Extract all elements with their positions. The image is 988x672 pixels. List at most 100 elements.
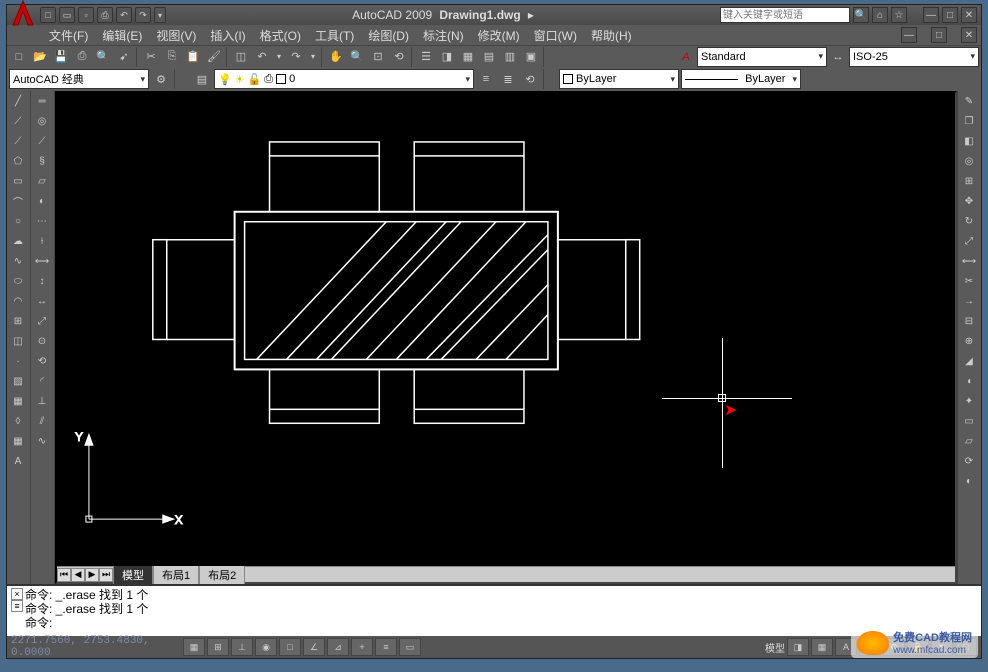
dim5-icon[interactable]: ⊙ [31, 331, 53, 351]
save2-icon[interactable]: 💾 [51, 47, 71, 67]
doc-minimize-button[interactable]: — [901, 27, 917, 43]
zoom-rt-icon[interactable]: 🔍 [347, 47, 367, 67]
menu-edit[interactable]: 编辑(E) [102, 27, 142, 44]
new-icon[interactable]: □ [40, 7, 56, 23]
extend-icon[interactable]: → [958, 291, 980, 311]
textstyle-icon[interactable]: A [676, 47, 696, 67]
tab-first-icon[interactable]: ⏮ [57, 568, 71, 582]
wipeout-icon[interactable]: ◐ [31, 191, 53, 211]
mirror-icon[interactable]: ◧ [958, 131, 980, 151]
dim1-icon[interactable]: ⟷ [31, 251, 53, 271]
makeblock-icon[interactable]: ◫ [7, 331, 29, 351]
properties-icon[interactable]: ☰ [416, 47, 436, 67]
ortho-icon[interactable]: ⊥ [231, 638, 253, 656]
menu-insert[interactable]: 插入(I) [210, 27, 245, 44]
tab-prev-icon[interactable]: ◀ [71, 568, 85, 582]
mline-icon[interactable]: ═ [31, 91, 53, 111]
menu-file[interactable]: 文件(F) [49, 27, 88, 44]
divide-icon[interactable]: ⋯ [31, 211, 53, 231]
markup-icon[interactable]: ▥ [500, 47, 520, 67]
paste-icon[interactable]: 📋 [183, 47, 203, 67]
command-window[interactable]: × ≡ 命令: _.erase 找到 1 个 命令: _.erase 找到 1 … [7, 584, 981, 636]
textstyle-combo[interactable]: Standard▾ [697, 47, 827, 67]
cmd-close-icon[interactable]: × [11, 588, 23, 600]
cmd-handle-icon[interactable]: ≡ [11, 600, 23, 612]
dim4-icon[interactable]: ⤢ [31, 311, 53, 331]
polygon-icon[interactable]: ⬠ [7, 151, 29, 171]
snap-icon[interactable]: ▦ [183, 638, 205, 656]
layer-props-icon[interactable]: ▤ [192, 69, 212, 89]
doc-close-button[interactable]: ✕ [961, 27, 977, 43]
layer-combo[interactable]: 💡 ☀ 🔓 ⎙ 0 ▾ [214, 69, 474, 89]
insert-icon[interactable]: ⊞ [7, 311, 29, 331]
qvdwg-icon[interactable]: ▦ [811, 638, 833, 656]
drawing-canvas[interactable]: Y X ➤ [57, 93, 955, 566]
array-icon[interactable]: ⊞ [958, 171, 980, 191]
open2-icon[interactable]: 📂 [30, 47, 50, 67]
menu-draw[interactable]: 绘图(D) [368, 27, 409, 44]
ws-settings-icon[interactable]: ⚙ [151, 69, 171, 89]
zoom-prev-icon[interactable]: ⟲ [389, 47, 409, 67]
dim7-icon[interactable]: ◜ [31, 371, 53, 391]
dimstyle-icon[interactable]: ↔ [828, 47, 848, 67]
measure-icon[interactable]: ⟊ [31, 231, 53, 251]
spline-icon[interactable]: ∿ [7, 251, 29, 271]
menu-help[interactable]: 帮助(H) [591, 27, 632, 44]
rectangle-icon[interactable]: ▭ [7, 171, 29, 191]
layer-states-icon[interactable]: ≡ [476, 69, 496, 89]
block-icon[interactable]: ◫ [231, 47, 251, 67]
layer-prev-icon[interactable]: ⟲ [520, 69, 540, 89]
grid-icon[interactable]: ⊞ [207, 638, 229, 656]
hatch-icon[interactable]: ▨ [7, 371, 29, 391]
app-logo[interactable] [11, 1, 35, 29]
close-button[interactable]: ✕ [961, 7, 977, 23]
match-icon[interactable]: 🖌 [204, 47, 224, 67]
pline-icon[interactable]: ⟋ [7, 131, 29, 151]
tab-next-icon[interactable]: ▶ [85, 568, 99, 582]
tab-last-icon[interactable]: ⏭ [99, 568, 113, 582]
tab-model[interactable]: 模型 [113, 565, 153, 585]
circle-icon[interactable]: ○ [7, 211, 29, 231]
osnap-icon[interactable]: □ [279, 638, 301, 656]
dyn-icon[interactable]: + [351, 638, 373, 656]
polar-icon[interactable]: ◉ [255, 638, 277, 656]
mod20-icon[interactable]: ◐ [958, 471, 980, 491]
favorites-icon[interactable]: ☆ [891, 7, 907, 23]
dim9-icon[interactable]: ⫽ [31, 411, 53, 431]
print-icon[interactable]: ⎙ [97, 7, 113, 23]
erase-icon[interactable]: ✎ [958, 91, 980, 111]
minimize-button[interactable]: — [923, 7, 939, 23]
region-icon[interactable]: ◊ [7, 411, 29, 431]
menu-modify[interactable]: 修改(M) [478, 27, 520, 44]
open-icon[interactable]: ▭ [59, 7, 75, 23]
arc-icon[interactable]: ⌒ [7, 191, 29, 211]
undo2-icon[interactable]: ↶ [252, 47, 272, 67]
menu-format[interactable]: 格式(O) [260, 27, 301, 44]
redo-dd-icon[interactable]: ▾ [307, 47, 319, 67]
maximize-button[interactable]: □ [942, 7, 958, 23]
xline-icon[interactable]: ⟋ [7, 111, 29, 131]
mtext-icon[interactable]: A [7, 451, 29, 471]
infocenter-icon[interactable]: ⌂ [872, 7, 888, 23]
trim-icon[interactable]: ✂ [958, 271, 980, 291]
redo-icon[interactable]: ↷ [135, 7, 151, 23]
dimstyle-combo[interactable]: ISO-25▾ [849, 47, 979, 67]
line-icon[interactable]: ╱ [7, 91, 29, 111]
ellipse-icon[interactable]: ⬭ [7, 271, 29, 291]
helix-icon[interactable]: § [31, 151, 53, 171]
save-icon[interactable]: ▫ [78, 7, 94, 23]
doc-maximize-button[interactable]: □ [931, 27, 947, 43]
dim3-icon[interactable]: ↔ [31, 291, 53, 311]
publish-icon[interactable]: ➹ [114, 47, 134, 67]
copy-icon[interactable]: ⎘ [162, 47, 182, 67]
tab-layout2[interactable]: 布局2 [199, 565, 245, 585]
copy-obj-icon[interactable]: ❐ [958, 111, 980, 131]
tp-icon[interactable]: ▦ [458, 47, 478, 67]
search-input[interactable] [720, 7, 850, 23]
dim10-icon[interactable]: ∿ [31, 431, 53, 451]
preview-icon[interactable]: 🔍 [93, 47, 113, 67]
3dpoly-icon[interactable]: ⟋ [31, 131, 53, 151]
cut-icon[interactable]: ✂ [141, 47, 161, 67]
boundary-icon[interactable]: ▱ [31, 171, 53, 191]
dim2-icon[interactable]: ↕ [31, 271, 53, 291]
